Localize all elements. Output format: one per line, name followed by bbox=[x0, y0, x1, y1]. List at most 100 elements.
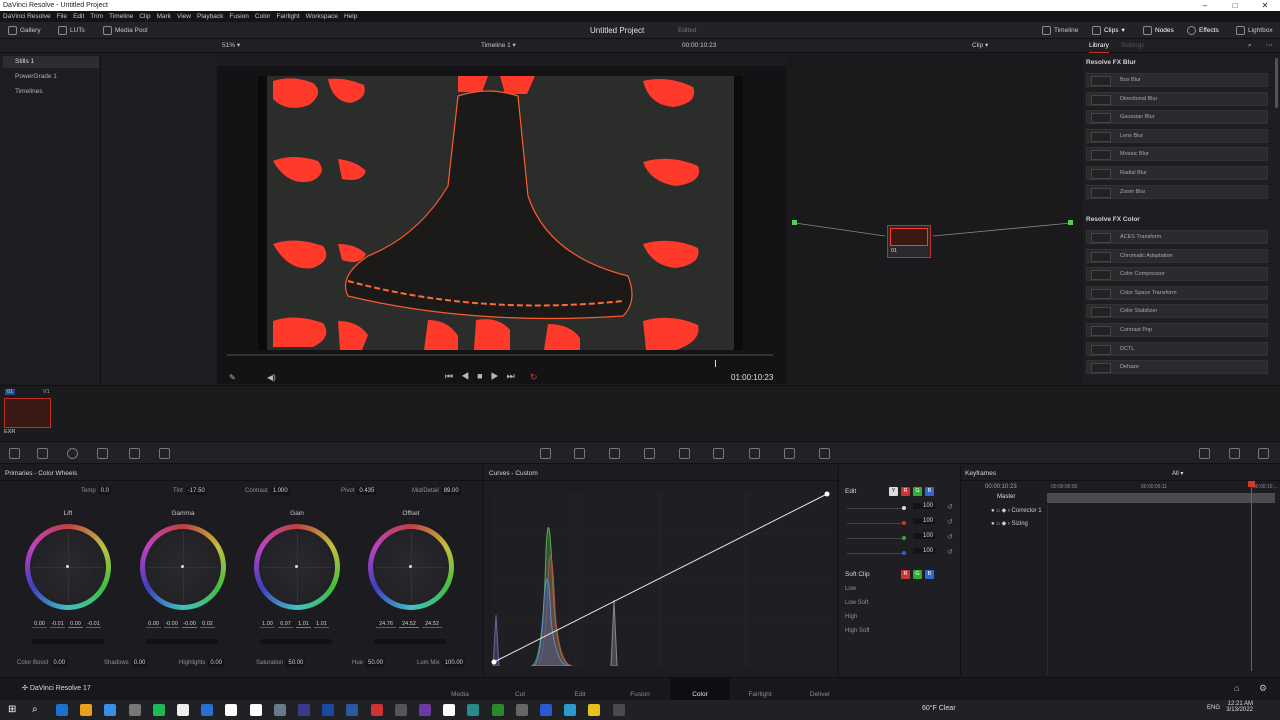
fx-color-item[interactable]: Contrast Pop bbox=[1086, 323, 1268, 337]
search-icon[interactable]: ⌕ bbox=[32, 704, 38, 715]
offset-b[interactable]: 24.52 bbox=[422, 621, 442, 628]
page-color[interactable]: Color bbox=[670, 678, 730, 701]
tab-library[interactable]: Library bbox=[1089, 39, 1109, 53]
transport-controls[interactable]: ⏮◀■▶⏭ bbox=[445, 371, 523, 382]
zoom-select[interactable]: 51% ▾ bbox=[222, 39, 240, 53]
gain-wheel[interactable] bbox=[254, 524, 340, 610]
taskbar-app-icon[interactable] bbox=[515, 704, 528, 716]
nodes-button[interactable]: Nodes bbox=[1143, 22, 1174, 39]
fx-blur-item[interactable]: Gaussian Blur bbox=[1086, 110, 1268, 125]
menu-item-7[interactable]: View bbox=[177, 11, 191, 22]
pivot-value[interactable]: 0.435 bbox=[357, 487, 377, 495]
palette-tool-icon[interactable] bbox=[609, 448, 620, 459]
edit-intensity-row[interactable]: 100 ↺ bbox=[847, 503, 955, 513]
temp-field[interactable]: Temp 0.0 bbox=[81, 487, 112, 495]
fx-blur-item[interactable]: Radial Blur bbox=[1086, 166, 1268, 180]
palette-tool-icon[interactable] bbox=[749, 448, 760, 459]
settings-gear-icon[interactable]: ⚙ bbox=[1259, 683, 1267, 694]
palette-tool-icon[interactable] bbox=[159, 448, 170, 459]
menu-item-13[interactable]: Help bbox=[344, 11, 357, 22]
taskbar-app-icon[interactable] bbox=[540, 704, 552, 716]
gamma-r[interactable]: -0.00 bbox=[164, 621, 179, 628]
taskbar-app-icon[interactable] bbox=[201, 704, 214, 716]
timeline-select[interactable]: Timeline 1 ▾ bbox=[481, 39, 516, 53]
edit-intensity-value[interactable]: 100 bbox=[913, 503, 935, 509]
palette-tool-icon[interactable] bbox=[574, 448, 585, 459]
edit-intensity-row[interactable]: 100 ↺ bbox=[847, 533, 955, 543]
lift-wheel[interactable] bbox=[25, 524, 111, 610]
clip-thumbnail[interactable] bbox=[4, 398, 51, 428]
taskbar-app-icon[interactable] bbox=[394, 704, 407, 716]
lummix-field[interactable]: Lum Mix 100.00 bbox=[417, 659, 466, 667]
taskbar-app-icon[interactable] bbox=[152, 704, 165, 716]
pivot-field[interactable]: Pivot 0.435 bbox=[341, 487, 377, 495]
playhead[interactable] bbox=[715, 360, 716, 367]
taskbar-app-icon[interactable] bbox=[273, 704, 286, 716]
palette-tool-icon[interactable] bbox=[679, 448, 690, 459]
menu-item-10[interactable]: Color bbox=[255, 11, 271, 22]
lummix-value[interactable]: 100.00 bbox=[442, 659, 466, 667]
gamma-b[interactable]: 0.02 bbox=[200, 621, 215, 628]
minimize-button[interactable]: – bbox=[1190, 0, 1220, 11]
reset-icon[interactable]: ↺ bbox=[947, 548, 953, 556]
taskbar-app-icon[interactable] bbox=[443, 704, 456, 716]
palette-tool-icon[interactable] bbox=[713, 448, 724, 459]
keyframe-playhead-handle[interactable] bbox=[1248, 481, 1255, 487]
tint-field[interactable]: Tint -17.50 bbox=[173, 487, 207, 495]
tab-settings[interactable]: Settings bbox=[1121, 39, 1145, 53]
palette-tool-icon[interactable] bbox=[784, 448, 795, 459]
taskbar-app-icon[interactable] bbox=[612, 704, 625, 716]
edit-intensity-value[interactable]: 100 bbox=[913, 533, 935, 539]
channel-b[interactable]: B bbox=[925, 487, 934, 496]
menu-item-0[interactable]: DaVinci Resolve bbox=[3, 11, 51, 22]
edit-intensity-value[interactable]: 100 bbox=[913, 518, 935, 524]
channel-r[interactable]: R bbox=[901, 487, 910, 496]
gain-r[interactable]: 0.97 bbox=[278, 621, 293, 628]
taskbar-app-icon[interactable] bbox=[177, 704, 189, 716]
weather-widget[interactable]: 60°F Clear bbox=[922, 705, 956, 712]
middetail-value[interactable]: 89.00 bbox=[441, 487, 461, 495]
search-icon[interactable]: ⌕ bbox=[1248, 39, 1252, 53]
lift-y[interactable]: 0.00 bbox=[32, 621, 47, 628]
menu-item-2[interactable]: Edit bbox=[73, 11, 84, 22]
hue-field[interactable]: Hue 50.00 bbox=[352, 659, 386, 667]
media-pool-button[interactable]: Media Pool bbox=[103, 22, 148, 39]
fx-color-item[interactable]: Dehaze bbox=[1086, 360, 1268, 375]
fx-color-item[interactable]: Color Space Transform bbox=[1086, 285, 1268, 300]
taskbar-app-icon[interactable] bbox=[298, 704, 310, 716]
channel-y[interactable]: Y bbox=[889, 487, 898, 496]
album-timelines[interactable]: Timelines bbox=[3, 86, 99, 98]
reset-icon[interactable]: ↺ bbox=[947, 533, 953, 541]
fx-color-item[interactable]: Color Compressor bbox=[1086, 267, 1268, 282]
taskbar-app-icon[interactable] bbox=[225, 704, 238, 716]
keyframe-playhead[interactable] bbox=[1251, 481, 1252, 671]
fx-blur-item[interactable]: Box Blur bbox=[1086, 73, 1268, 87]
node-01[interactable]: 01 bbox=[887, 225, 931, 258]
taskbar-app-icon[interactable] bbox=[491, 704, 504, 716]
master-track[interactable] bbox=[1047, 493, 1275, 503]
taskbar-app-icon[interactable] bbox=[467, 704, 480, 716]
album-powergrade[interactable]: PowerGrade 1 bbox=[3, 71, 99, 83]
tint-value[interactable]: -17.50 bbox=[185, 487, 207, 495]
palette-tool-icon[interactable] bbox=[67, 448, 78, 459]
palette-tool-icon[interactable] bbox=[37, 448, 48, 459]
lift-g[interactable]: 0.00 bbox=[68, 621, 83, 628]
offset-g[interactable]: 24.52 bbox=[399, 621, 419, 628]
palette-tool-icon[interactable] bbox=[1199, 448, 1210, 459]
saturation-value[interactable]: 50.00 bbox=[286, 659, 306, 667]
maximize-button[interactable]: □ bbox=[1220, 0, 1250, 11]
palette-tool-icon[interactable] bbox=[9, 448, 20, 459]
gamma-master-slider[interactable] bbox=[146, 639, 218, 644]
effects-button[interactable]: Effects bbox=[1187, 22, 1219, 39]
taskbar-app-icon[interactable] bbox=[104, 704, 117, 716]
highlights-field[interactable]: Highlights 0.00 bbox=[179, 659, 225, 667]
keyframe-row-sizing[interactable]: ● ⌂ ◆ › Sizing bbox=[991, 520, 1028, 527]
edit-intensity-row[interactable]: 100 ↺ bbox=[847, 548, 955, 558]
clip-mode-select[interactable]: Clip ▾ bbox=[972, 39, 988, 53]
menu-item-11[interactable]: Fairlight bbox=[276, 11, 299, 22]
language-indicator[interactable]: ENG bbox=[1207, 705, 1220, 711]
fx-blur-item[interactable]: Mosaic Blur bbox=[1086, 147, 1268, 162]
softclip-g[interactable]: G bbox=[913, 570, 922, 579]
menu-item-12[interactable]: Workspace bbox=[306, 11, 338, 22]
gallery-button[interactable]: Gallery bbox=[8, 22, 41, 39]
